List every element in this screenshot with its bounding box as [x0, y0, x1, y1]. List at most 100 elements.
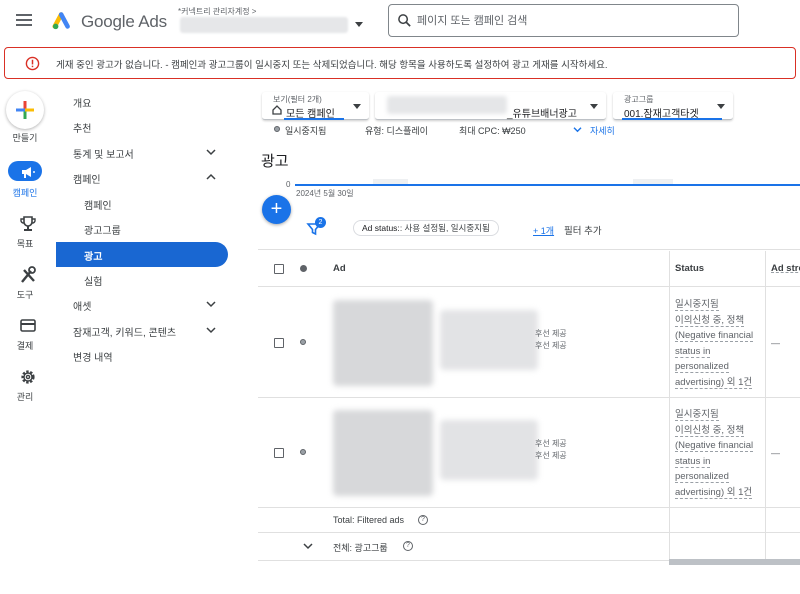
nav-item-label: 개요	[73, 99, 92, 110]
google-ads-logo-icon	[52, 12, 70, 30]
side-nav: 개요 추천 통계 및 보고서 캠페인 캠페인 광고그룹 광고 실험 애셋 잠재고…	[56, 83, 258, 594]
status-line: (Negative financial	[675, 440, 754, 452]
ad-status-text[interactable]: 일시중지됨 이의신청 중, 정책 (Negative financial sta…	[675, 407, 767, 500]
campaign-name-redacted	[387, 96, 507, 114]
ad-preview-image[interactable]	[440, 310, 538, 370]
top-bar: Google Ads *커넥트리 관리자계정 >	[0, 0, 800, 44]
plus-icon	[16, 101, 34, 119]
rail-item-billing[interactable]: 결제	[0, 317, 56, 361]
dropdown-caret-icon	[717, 104, 725, 109]
max-cpc: 최대 CPC: ₩250	[459, 126, 526, 136]
ad-status-text[interactable]: 일시중지됨 이의신청 중, 정책 (Negative financial sta…	[675, 297, 767, 390]
chevron-down-icon	[206, 301, 216, 308]
row-checkbox[interactable]	[274, 448, 284, 458]
nav-item-label: 광고그룹	[84, 226, 121, 237]
details-link[interactable]: 자세히	[590, 124, 615, 137]
header-status[interactable]: Status	[675, 263, 704, 274]
status-line: (Negative financial	[675, 330, 754, 342]
campaign-value: _유튜브배너광고	[507, 109, 577, 120]
header-ad-strength[interactable]: Ad stre	[771, 263, 800, 274]
chevron-down-icon[interactable]	[303, 542, 313, 550]
total-filtered-label: Total: Filtered ads	[333, 515, 405, 525]
status-dot-icon	[300, 265, 307, 272]
status-line: personalized	[675, 471, 729, 483]
rail-item-goals[interactable]: 목표	[0, 215, 56, 259]
nav-item-label: 추천	[73, 124, 92, 135]
adgroup-selector[interactable]: 광고그룹 001.잠재고객타겟	[613, 92, 733, 120]
horizontal-scrollbar[interactable]	[669, 559, 800, 565]
nav-item-campaigns[interactable]: 캠페인	[56, 191, 228, 216]
ad-preview-image[interactable]	[440, 420, 538, 480]
view-underline	[284, 118, 344, 120]
more-filters-link[interactable]: + 1개	[533, 224, 554, 237]
search-box[interactable]	[388, 4, 739, 37]
search-input[interactable]	[417, 11, 717, 31]
ad-strength-value: —	[771, 338, 780, 348]
status-line: advertising) 외 1건	[675, 486, 753, 499]
menu-icon[interactable]	[16, 14, 32, 26]
row-checkbox[interactable]	[274, 338, 284, 348]
rail-item-label: 도구	[16, 290, 34, 300]
chevron-up-icon	[206, 173, 216, 180]
nav-item-ad-groups[interactable]: 광고그룹	[56, 216, 228, 241]
alert-banner: 게재 중인 광고가 없습니다. - 캠페인과 광고그룹이 일시중지 또는 삭제되…	[4, 47, 796, 79]
campaign-selector[interactable]: _유튜브배너광고	[375, 92, 606, 120]
nav-item-audiences[interactable]: 잠재고객, 키워드, 콘텐츠	[56, 318, 228, 343]
nav-item-overview[interactable]: 개요	[56, 89, 228, 114]
ad-snippet: 후선 제공	[535, 439, 567, 448]
help-icon[interactable]: ?	[403, 541, 413, 551]
dropdown-caret-icon	[590, 104, 598, 109]
dropdown-caret-icon	[353, 104, 361, 109]
nav-item-reports[interactable]: 통계 및 보고서	[56, 140, 228, 165]
nav-item-label: 애셋	[73, 302, 92, 313]
status-line: 이의신청 중, 정책	[675, 424, 745, 437]
help-icon[interactable]: ?	[418, 515, 428, 525]
table-row: 후선 제공 후선 제공 일시중지됨 이의신청 중, 정책 (Negative f…	[258, 398, 800, 508]
header-ad[interactable]: Ad	[333, 263, 346, 274]
table-row: 후선 제공 후선 제공 일시중지됨 이의신청 중, 정책 (Negative f…	[258, 288, 800, 398]
nav-item-campaigns-group[interactable]: 캠페인	[56, 165, 228, 190]
main-content: 보기(필터 2개) 모든 캠페인 _유튜브배너광고 광고그룹 001.잠재고객타…	[258, 83, 800, 594]
status-line: status in	[675, 345, 711, 358]
ad-preview-image[interactable]	[333, 300, 433, 386]
account-dropdown-icon[interactable]	[355, 22, 363, 27]
add-ad-button[interactable]: +	[262, 195, 291, 224]
rail-item-label: 결제	[16, 341, 34, 351]
nav-item-ads[interactable]: 광고	[56, 242, 228, 267]
nav-item-change-history[interactable]: 변경 내역	[56, 343, 228, 368]
chart-date-label: 2024년 5월 30일	[296, 189, 354, 198]
table-header: Ad Status Ad stre	[258, 251, 800, 287]
logo-text: Google Ads	[81, 12, 167, 31]
left-rail: 만들기 캠페인 목표 도구 결제 관리	[0, 83, 56, 594]
nav-item-experiments[interactable]: 실험	[56, 267, 228, 292]
adgroup-caption: 광고그룹	[624, 95, 654, 104]
select-all-checkbox[interactable]	[274, 264, 284, 274]
nav-item-label: 광고	[84, 252, 103, 263]
create-button[interactable]	[6, 91, 44, 129]
account-label[interactable]: *커넥트리 관리자계정 >	[178, 6, 256, 17]
total-adgroup-label: 전체: 광고그룹	[333, 543, 388, 553]
rail-item-tools[interactable]: 도구	[0, 266, 56, 310]
nav-item-assets[interactable]: 애셋	[56, 292, 228, 317]
view-selector[interactable]: 보기(필터 2개) 모든 캠페인	[262, 92, 369, 120]
rail-item-admin[interactable]: 관리	[0, 368, 56, 412]
campaign-status: 일시중지됨	[285, 126, 327, 136]
ad-preview-image[interactable]	[333, 410, 433, 496]
paused-status-icon	[300, 449, 306, 455]
add-filter-button[interactable]: 필터 추가	[564, 223, 602, 237]
account-name-redacted[interactable]	[180, 17, 348, 33]
rail-item-label: 목표	[16, 239, 34, 249]
trophy-icon	[20, 216, 36, 231]
tools-icon	[21, 266, 36, 283]
chevron-down-icon[interactable]	[573, 126, 582, 133]
error-icon	[25, 56, 40, 71]
page-title: 광고	[261, 153, 289, 170]
ad-snippet: 후선 제공	[535, 341, 567, 350]
ad-status-filter-chip[interactable]: Ad status:: 사용 설정됨, 일시중지됨	[353, 220, 499, 236]
status-line: status in	[675, 455, 711, 468]
ad-snippet: 후선 제공	[535, 451, 567, 460]
nav-item-label: 캠페인	[73, 175, 101, 186]
rail-item-campaigns[interactable]: 캠페인	[0, 161, 56, 208]
nav-item-recommendations[interactable]: 추천	[56, 114, 228, 139]
chart-zero-label: 0	[286, 180, 291, 189]
